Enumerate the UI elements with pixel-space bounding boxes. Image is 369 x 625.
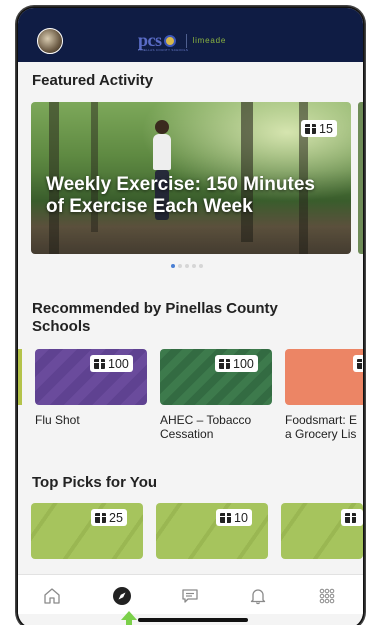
top-picks-section-title: Top Picks for You [32, 474, 158, 491]
gift-icon [305, 123, 316, 134]
points-value: 10 [234, 510, 248, 525]
nav-discover[interactable] [111, 585, 133, 607]
school-seal-icon [163, 34, 176, 47]
nav-more[interactable] [316, 585, 338, 607]
points-badge [341, 509, 363, 526]
points-value: 100 [108, 356, 129, 371]
recommended-section-title: Recommended by Pinellas County Schools [32, 300, 278, 335]
chat-icon [182, 589, 198, 603]
gift-icon [95, 512, 106, 523]
gift-icon [345, 512, 356, 523]
nav-messages[interactable] [179, 585, 201, 607]
compass-icon [113, 587, 131, 605]
points-badge: 15 [301, 120, 337, 137]
partner-logo-text: limeade [192, 36, 227, 45]
points-badge [353, 355, 363, 372]
points-value: 25 [109, 510, 123, 525]
points-value: 15 [319, 121, 333, 136]
top-pick-tile[interactable]: 25 [31, 503, 143, 559]
points-badge: 25 [91, 509, 127, 526]
activity-tile-flu-shot[interactable]: 100 [35, 349, 147, 405]
grid-icon [319, 588, 335, 604]
activity-label[interactable]: AHEC – Tobacco Cessation [160, 413, 270, 441]
carousel-dot[interactable] [192, 264, 196, 268]
points-badge: 100 [90, 355, 133, 372]
previous-activity-tile[interactable] [18, 349, 22, 405]
gift-icon [94, 358, 105, 369]
bell-icon [250, 589, 266, 605]
gift-icon [357, 358, 363, 369]
featured-activity-title: Weekly Exercise: 150 Minutes of Exercise… [46, 174, 315, 217]
gift-icon [220, 512, 231, 523]
logo-subtext: PINELLAS COUNTY SCHOOLS [138, 48, 189, 52]
bottom-navigation [18, 574, 363, 614]
app-header: pcs limeade PINELLAS COUNTY SCHOOLS [18, 8, 363, 62]
activity-label[interactable]: Foodsmart: E a Grocery Lis [285, 413, 363, 441]
top-pick-tile[interactable]: 10 [156, 503, 268, 559]
points-badge: 100 [215, 355, 258, 372]
activity-tile-foodsmart[interactable] [285, 349, 363, 405]
logo-divider [185, 33, 187, 48]
activity-tile-ahec-tobacco[interactable]: 100 [160, 349, 272, 405]
next-featured-card[interactable] [358, 102, 363, 254]
pointer-arrow-icon [121, 611, 137, 625]
carousel-dot[interactable] [178, 264, 182, 268]
carousel-dot[interactable] [171, 264, 175, 268]
carousel-dot[interactable] [185, 264, 189, 268]
featured-activity-card[interactable]: 15 Weekly Exercise: 150 Minutes of Exerc… [31, 102, 351, 254]
nav-notifications[interactable] [247, 585, 269, 607]
home-icon [44, 588, 60, 604]
activity-label[interactable]: Flu Shot [35, 413, 145, 427]
avatar[interactable] [37, 28, 63, 54]
points-badge: 10 [216, 509, 252, 526]
gift-icon [219, 358, 230, 369]
top-pick-tile[interactable] [281, 503, 363, 559]
featured-section-title: Featured Activity [32, 72, 154, 89]
carousel-indicator [171, 264, 203, 268]
nav-home[interactable] [41, 585, 63, 607]
carousel-dot[interactable] [199, 264, 203, 268]
app-screen: pcs limeade PINELLAS COUNTY SCHOOLS Feat… [18, 8, 363, 625]
home-indicator [138, 618, 248, 622]
points-value: 100 [233, 356, 254, 371]
